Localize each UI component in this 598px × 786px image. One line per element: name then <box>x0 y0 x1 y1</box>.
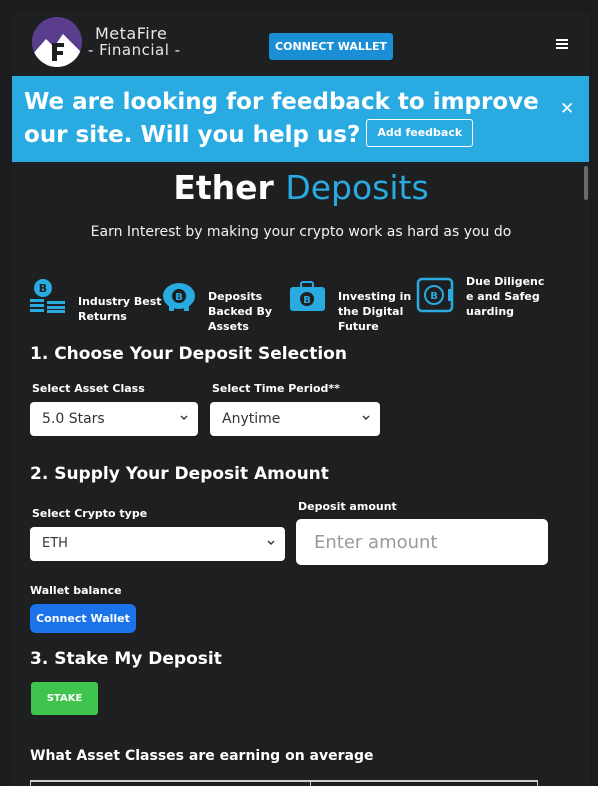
connect-wallet-button[interactable]: Connect Wallet <box>30 604 136 633</box>
svg-text:B: B <box>175 292 183 303</box>
hamburger-menu-icon[interactable] <box>556 39 568 49</box>
brand-tagline: - Financial - <box>88 41 181 59</box>
earnings-heading: What Asset Classes are earning on averag… <box>30 748 374 764</box>
deposit-amount-input[interactable] <box>296 519 548 565</box>
time-period-value: Anytime <box>222 411 281 427</box>
add-feedback-button[interactable]: Add feedback <box>366 118 474 147</box>
step2-heading: 2. Supply Your Deposit Amount <box>30 464 329 484</box>
step3-heading: 3. Stake My Deposit <box>30 649 222 669</box>
feature-label: Deposits Backed By Assets <box>208 290 273 333</box>
page-subtitle: Earn Interest by making your crypto work… <box>90 224 512 240</box>
asset-class-select[interactable]: 5.0 Stars <box>30 402 198 436</box>
feature-label: Due Diligence and Safeguarding <box>466 275 545 318</box>
page-title: Ether Deposits <box>12 168 590 207</box>
svg-text:B: B <box>430 291 438 302</box>
feature-due-diligence: B Due Diligence and Safeguarding <box>416 264 546 334</box>
metafire-logo[interactable] <box>32 17 82 67</box>
bitcoin-stacks-icon: B <box>30 279 65 313</box>
step1-heading: 1. Choose Your Deposit Selection <box>30 344 347 364</box>
crypto-type-label: Select Crypto type <box>32 507 148 520</box>
svg-text:B: B <box>39 282 47 295</box>
svg-text:B: B <box>303 295 311 306</box>
top-header: MetaFire - Financial - CONNECT WALLET <box>12 12 590 76</box>
wallet-balance-label: Wallet balance <box>30 584 122 597</box>
crypto-type-value: ETH <box>42 536 68 551</box>
page-title-word1: Ether <box>173 168 274 207</box>
feature-digital-future: B Investing in the Digital Future <box>288 264 418 334</box>
asset-class-label: Select Asset Class <box>32 382 145 395</box>
asset-class-value: 5.0 Stars <box>42 411 105 427</box>
feedback-banner-text: We are looking for feedback to improve o… <box>24 86 544 152</box>
bitcoin-briefcase-icon: B <box>290 281 325 311</box>
table-divider <box>310 782 311 786</box>
time-period-label: Select Time Period** <box>212 382 340 395</box>
chevron-down-icon <box>180 415 188 420</box>
chevron-down-icon <box>362 415 370 420</box>
stake-button[interactable]: STAKE <box>31 682 98 715</box>
bitcoin-vault-icon: B <box>416 277 454 313</box>
feature-label: Industry Best Returns <box>78 295 162 323</box>
time-period-select[interactable]: Anytime <box>210 402 380 436</box>
bitcoin-piggy-bank-icon: B <box>163 283 195 311</box>
deposit-amount-label: Deposit amount <box>298 500 397 513</box>
feature-label: Investing in the Digital Future <box>338 290 412 333</box>
earnings-table <box>30 780 538 786</box>
page-frame: MetaFire - Financial - CONNECT WALLET We… <box>12 12 590 786</box>
feature-deposits-backed: B Deposits Backed By Assets <box>160 264 290 334</box>
crypto-type-select[interactable]: ETH <box>30 527 285 561</box>
chevron-down-icon <box>267 540 275 545</box>
feature-industry-returns: B Industry Best Returns <box>28 264 163 334</box>
connect-wallet-header-button[interactable]: CONNECT WALLET <box>269 33 393 60</box>
feedback-banner: We are looking for feedback to improve o… <box>12 76 589 162</box>
page-title-word2: Deposits <box>285 168 429 207</box>
close-icon[interactable]: ✕ <box>560 99 574 119</box>
